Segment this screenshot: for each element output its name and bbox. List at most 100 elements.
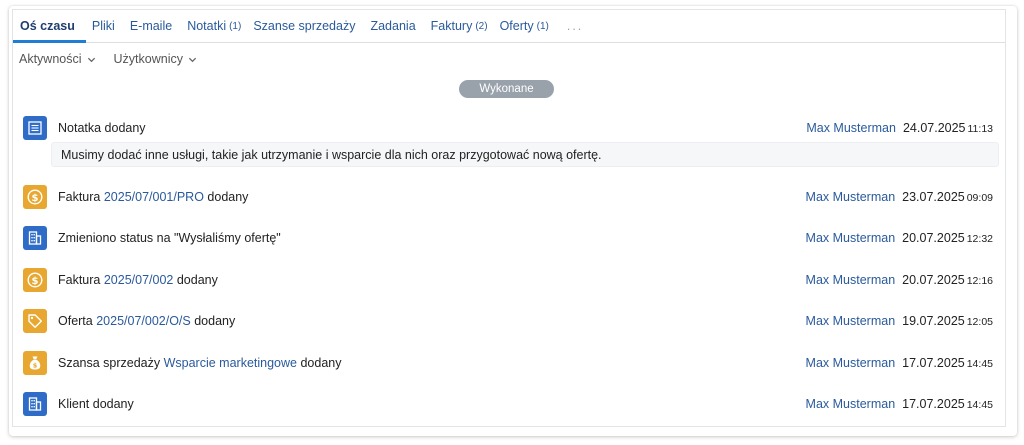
users-filter-dropdown[interactable]: Użytkownicy [114, 52, 197, 66]
tab-notes[interactable]: Notatki (1) [181, 10, 247, 42]
date-text: 19.07.2025 [902, 314, 965, 328]
tab-more[interactable]: ... [555, 10, 592, 42]
svg-text:$: $ [32, 193, 39, 204]
timeline-item-meta: Max Musterman 24.07.2025 11:13 [806, 121, 993, 135]
description-text: Oferta [58, 314, 97, 328]
timeline-item-meta: Max Musterman 20.07.2025 12:32 [806, 231, 993, 245]
description-text: Notatka dodany [58, 121, 146, 135]
date-text: 20.07.2025 [902, 231, 965, 245]
timestamp: 20.07.2025 12:32 [902, 231, 993, 245]
timeline-item-meta: Max Musterman 17.07.2025 14:45 [806, 356, 993, 370]
user-link[interactable]: Max Musterman [806, 190, 896, 204]
timestamp: 20.07.2025 12:16 [902, 273, 993, 287]
description-text: dodany [203, 190, 249, 204]
time-text: 14:45 [966, 358, 993, 370]
date-text: 20.07.2025 [902, 273, 965, 287]
tab-count: (1) [536, 20, 549, 32]
description-text: Faktura [58, 190, 104, 204]
timeline-item: $ Szansa sprzedaży Wsparcie marketingowe… [13, 348, 1005, 378]
tab-files[interactable]: Pliki [86, 10, 124, 42]
money-bag-icon: $ [23, 351, 47, 375]
record-link[interactable]: 2025/07/002 [104, 273, 174, 287]
tab-label: Notatki [187, 19, 227, 33]
timeline-item-description: Szansa sprzedaży Wsparcie marketingowe d… [58, 356, 341, 370]
tab-label: Zadania [370, 19, 416, 33]
timeline-item-description: Faktura 2025/07/002 dodany [58, 273, 218, 287]
timeline-item-description: Klient dodany [58, 397, 134, 411]
activities-filter-dropdown[interactable]: Aktywności [19, 52, 96, 66]
more-ellipsis-icon: ... [566, 19, 584, 33]
timeline-item-description: Oferta 2025/07/002/O/S dodany [58, 314, 235, 328]
user-link[interactable]: Max Musterman [806, 231, 896, 245]
date-text: 23.07.2025 [902, 190, 965, 204]
tab-timeline[interactable]: Oś czasu [13, 10, 86, 43]
timestamp: 17.07.2025 14:45 [902, 356, 993, 370]
dollar-coin-icon: $ [23, 185, 47, 209]
description-text: Zmieniono status na "Wysłaliśmy ofertę" [58, 231, 281, 245]
description-text: dodany [297, 356, 342, 370]
user-link[interactable]: Max Musterman [806, 356, 896, 370]
time-text: 14:45 [966, 399, 993, 411]
timeline-item-meta: Max Musterman 17.07.2025 14:45 [806, 397, 993, 411]
user-link[interactable]: Max Musterman [806, 121, 896, 135]
tab-invoices[interactable]: Faktury (2) [425, 10, 494, 42]
timeline-item-meta: Max Musterman 23.07.2025 09:09 [806, 190, 993, 204]
description-text: Szansa sprzedaży [58, 356, 164, 370]
timeline-item-description: Zmieniono status na "Wysłaliśmy ofertę" [58, 231, 281, 245]
tab-label: Oś czasu [20, 19, 75, 33]
date-text: 17.07.2025 [902, 356, 965, 370]
status-badge: Wykonane [459, 80, 554, 98]
tab-label: Faktury [430, 19, 473, 33]
tab-label: Pliki [91, 19, 115, 33]
description-text: dodany [173, 273, 218, 287]
time-text: 12:32 [966, 233, 993, 245]
tab-tasks[interactable]: Zadania [364, 10, 424, 42]
timeline-item: Klient dodany Max Musterman 17.07.2025 14:… [13, 389, 1005, 419]
timeline-item: Oferta 2025/07/002/O/S dodany Max Muster… [13, 306, 1005, 336]
chevron-down-icon [188, 57, 197, 62]
dollar-coin-icon: $ [23, 268, 47, 292]
filter-label: Użytkownicy [113, 52, 183, 66]
tab-offers[interactable]: Oferty (1) [494, 10, 555, 42]
timeline-item: Zmieniono status na "Wysłaliśmy ofertę" … [13, 223, 1005, 253]
svg-text:$: $ [33, 362, 38, 370]
tab-sales-opportunities[interactable]: Szanse sprzedaży [247, 10, 364, 42]
time-text: 11:13 [967, 123, 994, 135]
tab-label: Szanse sprzedaży [253, 19, 356, 33]
record-link[interactable]: 2025/07/002/O/S [96, 314, 191, 328]
description-text: Klient dodany [58, 397, 134, 411]
chevron-down-icon [87, 57, 95, 62]
tab-label: E-maile [129, 19, 173, 33]
timeline-item-meta: Max Musterman 20.07.2025 12:16 [806, 273, 993, 287]
record-link[interactable]: Wsparcie marketingowe [164, 356, 297, 370]
timestamp: 17.07.2025 14:45 [902, 397, 993, 411]
timeline-item: $ Faktura 2025/07/002 dodany Max Musterm… [13, 265, 1005, 295]
record-link[interactable]: 2025/07/001/PRO [104, 190, 204, 204]
user-link[interactable]: Max Musterman [806, 273, 896, 287]
tab-bar: Oś czasu Pliki E-maile Notatki (1) Szanse… [13, 10, 1005, 43]
svg-text:$: $ [32, 276, 39, 287]
time-text: 12:05 [966, 316, 993, 328]
timeline-panel: Oś czasu Pliki E-maile Notatki (1) Szanse… [12, 9, 1006, 427]
description-text: Faktura [58, 273, 104, 287]
building-icon [23, 392, 47, 416]
user-link[interactable]: Max Musterman [806, 397, 896, 411]
price-tag-icon [23, 309, 47, 333]
filter-bar: Aktywności Użytkownicy [19, 52, 197, 66]
time-text: 12:16 [966, 275, 993, 287]
tab-emails[interactable]: E-maile [124, 10, 181, 42]
filter-label: Aktywności [19, 52, 82, 66]
tab-label: Oferty [499, 19, 534, 33]
description-text: dodany [190, 314, 236, 328]
timestamp: 19.07.2025 12:05 [902, 314, 993, 328]
timestamp: 23.07.2025 09:09 [902, 190, 993, 204]
date-text: 17.07.2025 [902, 397, 965, 411]
tab-count: (1) [229, 20, 242, 32]
timeline-item: Notatka dodany Max Musterman 24.07.2025 11… [13, 113, 1005, 143]
building-icon [23, 226, 47, 250]
timeline-item-description: Notatka dodany [58, 121, 146, 135]
time-text: 09:09 [966, 192, 993, 204]
user-link[interactable]: Max Musterman [806, 314, 896, 328]
tab-count: (2) [475, 20, 488, 32]
timeline-item-description: Faktura 2025/07/001/PRO dodany [58, 190, 248, 204]
